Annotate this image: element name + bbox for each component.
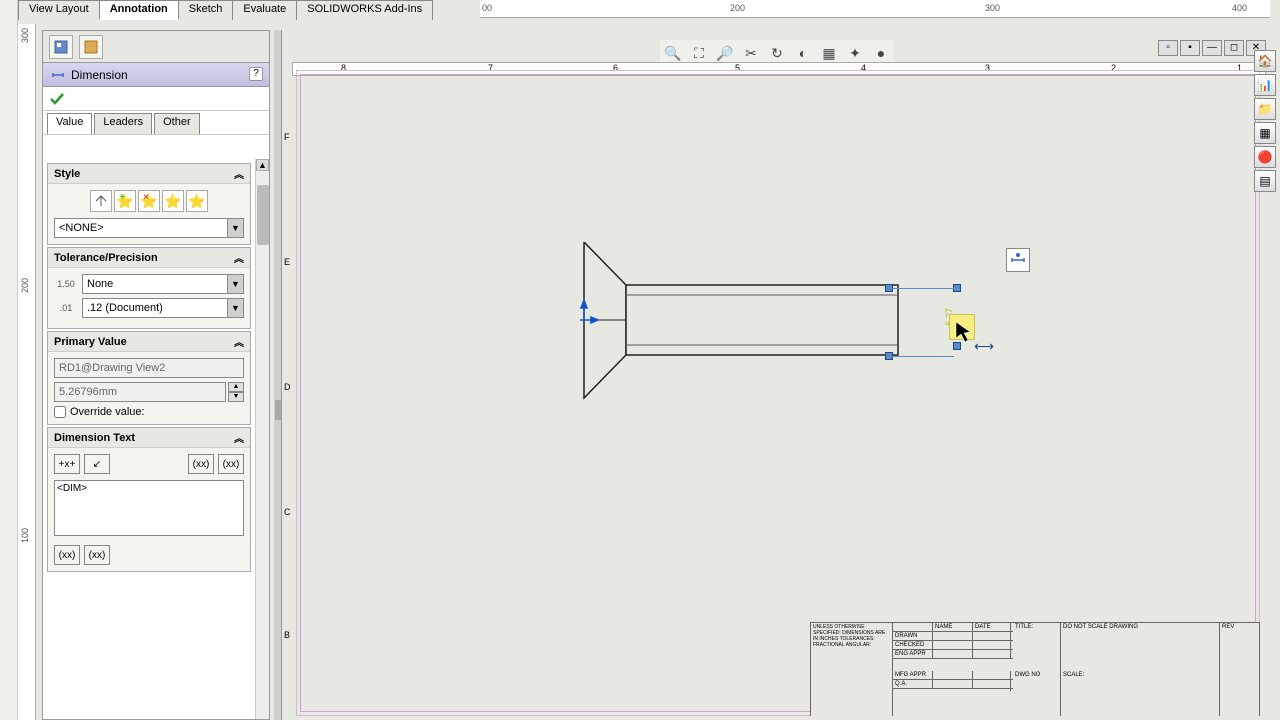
view-palette-icon[interactable]: ▦ xyxy=(1254,122,1276,144)
context-toolbar-icon[interactable] xyxy=(1006,248,1030,272)
panel-toolbar xyxy=(43,31,269,63)
tab-view-layout[interactable]: View Layout xyxy=(18,0,100,20)
dimtext-below1-button[interactable]: (xx) xyxy=(54,545,80,565)
override-label: Override value: xyxy=(70,406,145,418)
scroll-up-icon[interactable]: ▲ xyxy=(256,159,269,171)
section-dimtext-head[interactable]: Dimension Text ︽ xyxy=(48,428,250,448)
dimtext-paren2-button[interactable]: (xx) xyxy=(218,454,244,474)
dimension-name-input[interactable] xyxy=(54,358,244,378)
dimtext-below2-button[interactable]: (xx) xyxy=(84,545,110,565)
zoom-area-icon[interactable]: ⛶ xyxy=(688,42,710,64)
subtab-other[interactable]: Other xyxy=(154,113,200,134)
style-dropdown[interactable]: <NONE> ▼ xyxy=(54,218,244,238)
dimension-arrow-handle[interactable] xyxy=(953,284,961,292)
override-checkbox[interactable] xyxy=(54,406,66,418)
panel-title: Dimension ? xyxy=(43,63,269,87)
tolerance-type-dropdown[interactable]: None ▼ xyxy=(82,274,244,294)
dimtext-center-button[interactable]: ↙ xyxy=(84,454,110,474)
sheet-v-ruler: F E D C B xyxy=(282,62,296,720)
tol-type-icon: 1.50 xyxy=(54,275,78,293)
hide-show-icon[interactable]: ▦ xyxy=(818,42,840,64)
splitter-handle[interactable] xyxy=(274,30,282,720)
tab-annotation[interactable]: Annotation xyxy=(99,0,179,20)
section-style: Style ︽ ⭐+ ⭐× ⭐ ⭐ <NONE> ▼ xyxy=(47,163,251,245)
dimtext-paren1-button[interactable]: (xx) xyxy=(188,454,214,474)
tab-sketch[interactable]: Sketch xyxy=(178,0,234,20)
ok-check-icon[interactable] xyxy=(49,91,65,107)
ok-bar xyxy=(43,87,269,111)
collapse-icon[interactable]: ︽ xyxy=(234,334,244,349)
display-style-icon[interactable]: ◐ xyxy=(792,42,814,64)
file-explorer-icon[interactable]: 📁 xyxy=(1254,98,1276,120)
panel-scrollbar[interactable]: ▲ xyxy=(255,159,269,719)
section-view-icon[interactable]: ✂ xyxy=(740,42,762,64)
zoom-prev-icon[interactable]: 🔎 xyxy=(714,42,736,64)
title-block: UNLESS OTHERWISE SPECIFIED: DIMENSIONS A… xyxy=(810,622,1260,716)
dropdown-arrow-icon[interactable]: ▼ xyxy=(227,219,243,237)
restore-button[interactable]: ▫ xyxy=(1158,40,1178,56)
style-load-icon[interactable]: ⭐ xyxy=(186,190,208,212)
property-panel: Dimension ? Value Leaders Other Style ︽ … xyxy=(42,30,270,720)
style-add-icon[interactable]: ⭐+ xyxy=(114,190,136,212)
dimension-value-input[interactable] xyxy=(54,382,226,402)
home-icon[interactable]: 🏠 xyxy=(1254,50,1276,72)
help-button[interactable]: ? xyxy=(249,67,263,81)
subtab-leaders[interactable]: Leaders xyxy=(94,113,152,134)
collapse-icon[interactable]: ︽ xyxy=(234,166,244,181)
zoom-fit-icon[interactable]: 🔍 xyxy=(662,42,684,64)
panel-title-label: Dimension xyxy=(71,68,128,82)
window-button[interactable]: ◻ xyxy=(1224,40,1244,56)
dimension-icon xyxy=(51,68,65,82)
sub-tabs: Value Leaders Other xyxy=(43,111,269,135)
dropdown-arrow-icon[interactable]: ▼ xyxy=(227,275,243,293)
drawing-canvas[interactable]: 🔍 ⛶ 🔎 ✂ ↻ ◐ ▦ ✦ ● ▫ ▪ — ◻ ✕ 8 7 6 5 4 3 … xyxy=(274,30,1280,720)
task-pane: 🏠 📊 📁 ▦ 🔴 ▤ xyxy=(1254,50,1278,192)
dropdown-arrow-icon[interactable]: ▼ xyxy=(227,299,243,317)
dimtext-prefix-button[interactable]: +x+ xyxy=(54,454,80,474)
dimension-cursor-icon: ⟷ xyxy=(974,338,994,355)
apply-scene-icon[interactable]: ● xyxy=(870,42,892,64)
section-dimension-text: Dimension Text ︽ +x+ ↙ (xx) (xx) <DIM> (… xyxy=(47,427,251,572)
section-tolerance: Tolerance/Precision ︽ 1.50 None ▼ .01 .1… xyxy=(47,247,251,329)
collapse-icon[interactable]: ︽ xyxy=(234,250,244,265)
subtab-value[interactable]: Value xyxy=(47,113,92,134)
maximize-button[interactable]: — xyxy=(1202,40,1222,56)
edit-appearance-icon[interactable]: ✦ xyxy=(844,42,866,64)
resources-icon[interactable]: 📊 xyxy=(1254,74,1276,96)
extension-line xyxy=(892,356,954,357)
style-save-icon[interactable]: ⭐ xyxy=(162,190,184,212)
precision-dropdown[interactable]: .12 (Document) ▼ xyxy=(82,298,244,318)
extension-line xyxy=(892,288,954,289)
top-ruler: 00 200 300 400 xyxy=(480,0,1270,18)
tab-addins[interactable]: SOLIDWORKS Add-Ins xyxy=(296,0,433,20)
collapse-icon[interactable]: ︽ xyxy=(234,430,244,445)
refresh-icon[interactable]: ↻ xyxy=(766,42,788,64)
section-primary-value: Primary Value ︽ ▲▼ Override value: xyxy=(47,331,251,425)
scroll-thumb[interactable] xyxy=(257,185,269,245)
minimize-button[interactable]: ▪ xyxy=(1180,40,1200,56)
appearances-icon[interactable]: 🔴 xyxy=(1254,146,1276,168)
section-primary-head[interactable]: Primary Value ︽ xyxy=(48,332,250,352)
style-apply-icon[interactable] xyxy=(90,190,112,212)
property-manager-icon[interactable] xyxy=(79,35,103,59)
precision-icon: .01 xyxy=(54,299,78,317)
style-delete-icon[interactable]: ⭐× xyxy=(138,190,160,212)
dimension-text-input[interactable]: <DIM> xyxy=(54,480,244,536)
value-spinner[interactable]: ▲▼ xyxy=(228,382,244,402)
tab-evaluate[interactable]: Evaluate xyxy=(232,0,297,20)
window-controls: ▫ ▪ — ◻ ✕ xyxy=(1158,40,1266,56)
section-tolerance-head[interactable]: Tolerance/Precision ︽ xyxy=(48,248,250,268)
section-style-head[interactable]: Style ︽ xyxy=(48,164,250,184)
custom-props-icon[interactable]: ▤ xyxy=(1254,170,1276,192)
left-ruler: 300 200 100 xyxy=(18,24,36,720)
feature-manager-icon[interactable] xyxy=(49,35,73,59)
